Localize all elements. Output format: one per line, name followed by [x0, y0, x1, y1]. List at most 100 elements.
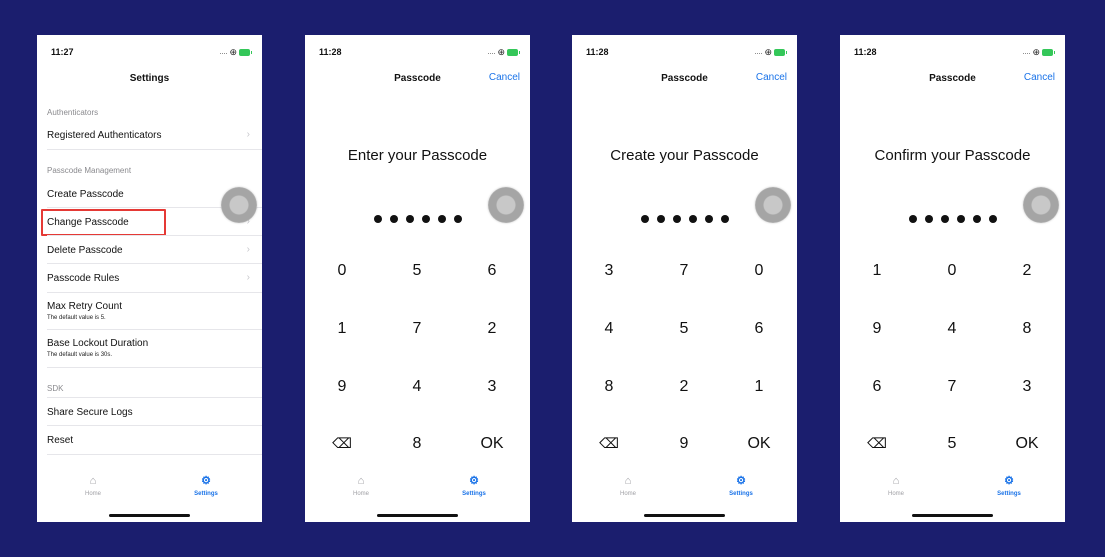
- row-max-retry-count[interactable]: Max Retry Count The default value is 5.: [37, 293, 262, 329]
- key-3[interactable]: 3: [1007, 378, 1047, 396]
- key-0[interactable]: 0: [739, 262, 779, 280]
- key-0[interactable]: 0: [322, 262, 362, 280]
- tab-home[interactable]: ⌂ Home: [63, 475, 123, 497]
- key-5[interactable]: 5: [932, 435, 972, 453]
- key-1[interactable]: 1: [739, 378, 779, 396]
- tab-label: Home: [619, 491, 636, 497]
- passcode-dot: [656, 215, 665, 223]
- assistive-touch-button[interactable]: [755, 187, 791, 223]
- delete-key[interactable]: ⌫: [589, 435, 629, 452]
- chevron-right-icon: ›: [246, 129, 250, 140]
- cancel-button[interactable]: Cancel: [756, 72, 787, 83]
- key-9[interactable]: 9: [664, 435, 704, 453]
- key-0[interactable]: 0: [932, 262, 972, 280]
- signal-icon: ....: [1022, 49, 1031, 56]
- key-4[interactable]: 4: [932, 320, 972, 338]
- divider: [47, 149, 262, 150]
- key-5[interactable]: 5: [664, 320, 704, 338]
- row-base-lockout-duration[interactable]: Base Lockout Duration The default value …: [37, 330, 262, 366]
- status-bar: 11:28 .... ⊕: [305, 47, 530, 61]
- tab-label: Home: [84, 491, 101, 497]
- tab-settings[interactable]: ⚙ Settings: [444, 475, 504, 497]
- assistive-touch-button[interactable]: [221, 187, 257, 223]
- status-time: 11:28: [854, 47, 877, 57]
- key-6[interactable]: 6: [857, 378, 897, 396]
- page-title: Settings: [129, 73, 170, 84]
- tab-label: Settings: [729, 491, 753, 497]
- key-5[interactable]: 5: [397, 262, 437, 280]
- row-passcode-rules[interactable]: Passcode Rules ›: [37, 264, 262, 292]
- delete-key[interactable]: ⌫: [322, 435, 362, 452]
- key-7[interactable]: 7: [397, 320, 437, 338]
- row-subtitle: The default value is 30s.: [47, 352, 113, 358]
- tab-home[interactable]: ⌂ Home: [598, 475, 658, 497]
- passcode-dot: [688, 215, 697, 223]
- passcode-dot: [405, 215, 414, 223]
- tab-home[interactable]: ⌂ Home: [866, 475, 926, 497]
- tab-bar: ⌂ Home ⚙ Settings: [305, 475, 530, 505]
- passcode-prompt: Confirm your Passcode: [874, 147, 1031, 164]
- key-9[interactable]: 9: [322, 378, 362, 396]
- key-6[interactable]: 6: [472, 262, 512, 280]
- divider: [47, 367, 262, 368]
- key-1[interactable]: 1: [322, 320, 362, 338]
- key-7[interactable]: 7: [664, 262, 704, 280]
- cancel-button[interactable]: Cancel: [1024, 72, 1055, 83]
- home-indicator: [912, 514, 993, 517]
- tab-home[interactable]: ⌂ Home: [331, 475, 391, 497]
- status-time: 11:27: [51, 47, 74, 57]
- ok-key[interactable]: OK: [739, 435, 779, 453]
- status-bar: 11:28 .... ⊕: [572, 47, 797, 61]
- key-3[interactable]: 3: [589, 262, 629, 280]
- row-subtitle: The default value is 5.: [47, 315, 106, 321]
- chevron-right-icon: ›: [246, 244, 250, 255]
- house-icon: ⌂: [357, 475, 365, 487]
- row-registered-authenticators[interactable]: Registered Authenticators ›: [37, 121, 262, 149]
- key-6[interactable]: 6: [739, 320, 779, 338]
- passcode-dot: [704, 215, 713, 223]
- home-indicator: [109, 514, 190, 517]
- passcode-dot: [421, 215, 430, 223]
- status-bar: 11:27 .... ⊕: [37, 47, 262, 61]
- enter-passcode-screen: 11:28 .... ⊕ Passcode Cancel Enter your …: [305, 35, 530, 522]
- delete-key[interactable]: ⌫: [857, 435, 897, 452]
- tab-settings[interactable]: ⚙ Settings: [711, 475, 771, 497]
- key-8[interactable]: 8: [1007, 320, 1047, 338]
- ok-key[interactable]: OK: [472, 435, 512, 453]
- tab-settings[interactable]: ⚙ Settings: [176, 475, 236, 497]
- tab-label: Home: [352, 491, 369, 497]
- status-icons: .... ⊕: [1022, 47, 1055, 58]
- tab-settings[interactable]: ⚙ Settings: [979, 475, 1039, 497]
- row-reset[interactable]: Reset: [37, 426, 262, 454]
- key-8[interactable]: 8: [397, 435, 437, 453]
- key-3[interactable]: 3: [472, 378, 512, 396]
- passcode-prompt: Enter your Passcode: [347, 147, 488, 164]
- key-8[interactable]: 8: [589, 378, 629, 396]
- row-label: Max Retry Count: [47, 301, 123, 312]
- row-label: Create Passcode: [47, 189, 124, 200]
- row-delete-passcode[interactable]: Delete Passcode ›: [37, 236, 262, 264]
- key-9[interactable]: 9: [857, 320, 897, 338]
- passcode-dot: [437, 215, 446, 223]
- status-time: 11:28: [319, 47, 342, 57]
- assistive-touch-button[interactable]: [1023, 187, 1059, 223]
- key-2[interactable]: 2: [472, 320, 512, 338]
- key-4[interactable]: 4: [397, 378, 437, 396]
- ok-key[interactable]: OK: [1007, 435, 1047, 453]
- passcode-dot: [640, 215, 649, 223]
- key-2[interactable]: 2: [1007, 262, 1047, 280]
- key-7[interactable]: 7: [932, 378, 972, 396]
- key-4[interactable]: 4: [589, 320, 629, 338]
- cancel-button[interactable]: Cancel: [489, 72, 520, 83]
- confirm-passcode-screen: 11:28 .... ⊕ Passcode Cancel Confirm you…: [840, 35, 1065, 522]
- row-share-secure-logs[interactable]: Share Secure Logs: [37, 398, 262, 426]
- key-2[interactable]: 2: [664, 378, 704, 396]
- assistive-touch-button[interactable]: [488, 187, 524, 223]
- signal-icon: ....: [219, 49, 228, 56]
- row-label: Passcode Rules: [47, 273, 120, 284]
- status-icons: .... ⊕: [755, 47, 787, 58]
- create-passcode-screen: 11:28 .... ⊕ Passcode Cancel Create your…: [572, 35, 797, 522]
- row-label: Base Lockout Duration: [47, 338, 149, 349]
- gear-icon: ⚙: [1004, 475, 1014, 487]
- key-1[interactable]: 1: [857, 262, 897, 280]
